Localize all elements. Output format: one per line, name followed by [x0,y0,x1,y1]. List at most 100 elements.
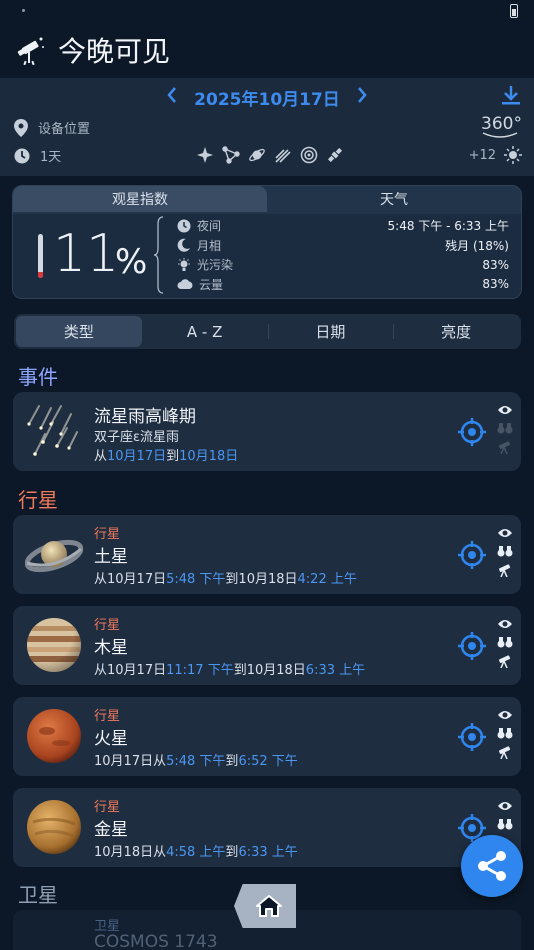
planet-filter-icon[interactable] [248,146,266,164]
meteor-shower-image [27,405,78,456]
planet-card-mars[interactable]: 行星 火星 10月17日从5:48 下午到6:52 下午 [13,697,521,776]
object-visibility-time: 10月17日从5:48 下午到6:52 下午 [94,754,298,769]
object-name: 金星 [94,820,128,840]
light-pollution-value: 83% [482,257,509,272]
object-visibility-time: 10月18日从4:58 上午到6:33 上午 [94,845,298,860]
visibility-icons [497,800,513,836]
home-icon [256,895,282,917]
sort-by-brightness[interactable]: 亮度 [393,316,519,347]
home-button[interactable] [234,884,296,928]
object-name: 土星 [94,547,128,567]
comet-filter-icon[interactable] [274,146,292,164]
notification-dot [22,9,25,12]
percent-sign: % [115,242,148,282]
telescope-icon [499,564,511,577]
visibility-icons [497,527,513,583]
naked-eye-icon [498,711,512,719]
duration-label: 1天 [40,150,62,165]
sun-brightness-icon [504,146,522,164]
location-pin-icon [14,118,28,137]
object-name: 火星 [94,729,128,749]
binoculars-icon [497,546,513,557]
telescope-icon [17,37,44,65]
date-label[interactable]: 2025年10月17日 [194,85,340,110]
moon-icon [177,238,190,252]
sort-by-date[interactable]: 日期 [267,316,394,347]
section-title-planets: 行星 [18,488,58,512]
saturn-image [25,539,83,573]
satellite-filter-icon[interactable] [326,146,344,164]
magnitude-label: +12 [468,147,496,163]
naked-eye-icon [498,529,512,537]
locate-target-icon[interactable] [458,541,486,569]
cloud-icon [177,279,193,290]
telescope-icon [499,655,511,668]
thermometer-icon [38,234,43,278]
object-category: 行星 [94,800,121,815]
clock-icon [14,148,30,163]
star-filter-icon[interactable] [196,146,214,164]
night-row: 夜间 5:48 下午 - 6:33 上午 [177,216,509,236]
object-name: COSMOS 1743 [94,932,218,950]
planet-card-venus[interactable]: 行星 金星 10月18日从4:58 上午到6:33 上午 [13,788,521,867]
event-time: 从10月17日到10月18日 [94,449,239,464]
app-header: 今晚可见 [0,22,534,78]
status-bar [0,0,534,22]
tab-weather[interactable]: 天气 [267,186,521,212]
object-filter-bar [196,146,344,164]
share-button[interactable] [461,835,523,897]
clock-icon [177,219,191,233]
location-selector[interactable]: 设备位置 [14,118,90,137]
magnitude-selector[interactable]: +12 [469,146,522,164]
light-pollution-row: 光污染 83% [177,255,509,275]
chevron-left-icon [167,86,177,103]
sort-by-type[interactable]: 类型 [16,316,142,347]
event-card-meteor-shower[interactable]: 流星雨高峰期 双子座ε流星雨 从10月17日到10月18日 [13,392,521,471]
binoculars-icon [497,637,513,648]
prev-date-button[interactable] [166,86,178,109]
object-category: 行星 [94,527,121,542]
stargazing-percent: 11 [53,224,120,284]
duration-selector[interactable]: 1天 [14,146,61,165]
view-360-button[interactable]: 360° [481,114,522,140]
download-button[interactable] [500,84,522,110]
moon-phase-value: 残月 (18%) [445,238,509,253]
sort-segmented-control: 类型 A - Z 日期 亮度 [14,314,521,349]
visibility-icons [497,618,513,674]
download-icon [502,86,520,105]
telescope-icon [499,441,511,454]
locate-target-icon[interactable] [458,418,486,446]
event-name: 流星雨高峰期 [94,407,196,427]
share-icon [478,851,506,881]
object-category: 行星 [94,709,121,724]
section-title-moons: 卫星 [18,883,58,907]
tab-stargazing-index[interactable]: 观星指数 [13,186,267,212]
constellation-filter-icon[interactable] [222,146,240,164]
date-location-panel: 2025年10月17日 设备位置 360° 1天 +12 [0,78,534,176]
object-name: 木星 [94,638,128,658]
visibility-icons [497,404,513,460]
cloud-cover-value: 83% [482,277,509,292]
chevron-right-icon [357,86,367,103]
cloud-cover-row: 云量 83% [177,275,509,295]
next-date-button[interactable] [356,86,368,109]
moon-phase-row: 月相 残月 (18%) [177,236,509,256]
battery-icon [510,4,518,18]
visibility-icons [497,709,513,765]
jupiter-image [27,618,81,672]
locate-target-icon[interactable] [458,723,486,751]
planet-card-jupiter[interactable]: 行星 木星 从10月17日11:17 下午到10月18日6:33 上午 [13,606,521,685]
light-pollution-label: 光污染 [197,258,234,273]
brace-divider [153,216,164,294]
mars-image [27,709,81,763]
location-label: 设备位置 [38,122,91,137]
venus-image [27,800,81,854]
event-subtitle: 双子座ε流星雨 [94,430,180,445]
view-360-label: 360° [481,114,522,134]
naked-eye-icon [498,406,512,414]
locate-target-icon[interactable] [458,632,486,660]
sort-by-name[interactable]: A - Z [142,316,268,347]
planet-card-saturn[interactable]: 行星 土星 从10月17日5:48 下午到10月18日4:22 上午 [13,515,521,594]
deep-sky-filter-icon[interactable] [300,146,318,164]
telescope-icon [499,746,511,759]
